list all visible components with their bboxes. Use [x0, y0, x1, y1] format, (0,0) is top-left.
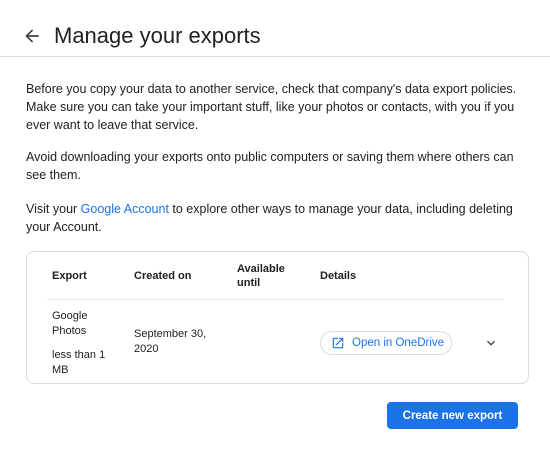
column-header-created-on: Created on [134, 270, 192, 282]
column-header-available-until: Available until [237, 263, 285, 289]
google-account-link[interactable]: Google Account [81, 202, 169, 216]
open-in-new-icon [332, 337, 344, 349]
intro-paragraph-public-computers: Avoid downloading your exports onto publ… [26, 150, 514, 182]
column-header-details: Details [320, 270, 357, 282]
export-name: Google Photos [52, 310, 88, 337]
page-header: Manage your exports [0, 0, 550, 57]
column-header-export: Export [52, 270, 87, 282]
open-in-onedrive-label: Open in OneDrive [352, 337, 445, 349]
create-new-export-button[interactable]: Create new export [387, 402, 518, 429]
open-in-onedrive-button[interactable]: Open in OneDrive [320, 331, 452, 355]
intro-paragraph-policies: Before you copy your data to another ser… [26, 82, 517, 132]
page-title: Manage your exports [54, 23, 261, 48]
exports-table-card: Export Created on Available until Detail… [26, 251, 529, 384]
export-created-on: September 30, 2020 [134, 328, 207, 355]
intro-paragraph-account: Visit your Google Account to explore oth… [26, 200, 526, 236]
account-text-before: Visit your [26, 202, 81, 216]
table-row-divider [47, 299, 504, 300]
arrow-back-icon[interactable] [22, 26, 42, 46]
chevron-down-icon[interactable] [483, 335, 499, 351]
export-size: less than 1 MB [52, 349, 106, 376]
